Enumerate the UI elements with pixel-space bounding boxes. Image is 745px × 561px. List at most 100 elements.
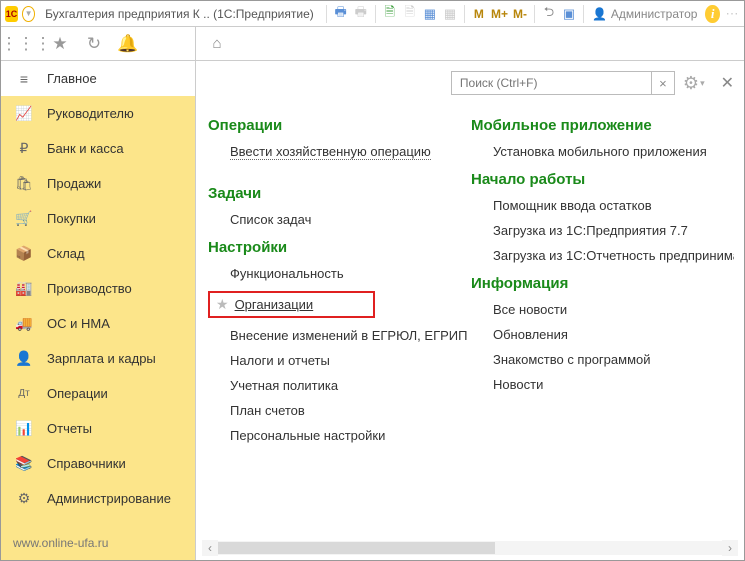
sidebar-item-catalogs[interactable]: 📚 Справочники (1, 446, 195, 481)
panel-toolbar: × ⚙▾ ✕ (196, 61, 744, 105)
link-accounts-plan[interactable]: План счетов (230, 403, 471, 418)
link-intro[interactable]: Знакомство с программой (493, 352, 734, 367)
sidebar-footer: www.online-ufa.ru (1, 526, 195, 560)
link-news[interactable]: Новости (493, 377, 734, 392)
toolbar-row: ⋮⋮⋮ ★ ↻ 🔔 ⌂ (1, 27, 744, 61)
chart-icon: 📈 (15, 105, 33, 122)
notifications-icon[interactable]: 🔔 (117, 33, 139, 55)
sidebar-item-label: Отчеты (47, 421, 92, 436)
close-panel-icon[interactable]: ✕ (721, 73, 734, 93)
link-accounting-policy[interactable]: Учетная политика (230, 378, 471, 393)
sidebar-item-assets[interactable]: 🚚 ОС и НМА (1, 306, 195, 341)
print-preview-icon[interactable]: 🖶 (353, 4, 369, 24)
sidebar-item-admin[interactable]: ⚙ Администрирование (1, 481, 195, 516)
link-create-operation[interactable]: Ввести хозяйственную операцию (230, 144, 431, 160)
separator (583, 5, 584, 23)
print-icon[interactable]: 🖶 (333, 4, 349, 24)
link-import-77[interactable]: Загрузка из 1С:Предприятия 7.7 (493, 223, 734, 238)
app-title: Бухгалтерия предприятия К .. (1С:Предпри… (45, 7, 314, 21)
link-task-list[interactable]: Список задач (230, 212, 471, 227)
memory-m-icon[interactable]: M (471, 4, 487, 24)
memory-mminus-icon[interactable]: M- (512, 4, 528, 24)
content-panel: × ⚙▾ ✕ Операции Ввести хозяйственную опе… (196, 61, 744, 560)
sidebar-item-reports[interactable]: 📊 Отчеты (1, 411, 195, 446)
bag-icon: 🛍 (15, 175, 33, 192)
link-mobile-install[interactable]: Установка мобильного приложения (493, 144, 734, 159)
menu-icon: ≡ (15, 71, 33, 87)
calendar-icon[interactable]: ▦ (422, 4, 438, 24)
save-icon[interactable]: 🗎 (382, 4, 398, 24)
home-icon[interactable]: ⌂ (206, 33, 228, 55)
link-import-reporting[interactable]: Загрузка из 1С:Отчетность предпринимател… (493, 248, 734, 263)
app-logo-icon: 1C (5, 6, 18, 22)
sidebar-item-main[interactable]: ≡ Главное (1, 61, 195, 96)
chevron-down-icon: ▾ (700, 78, 705, 89)
section-title-operations: Операции (208, 117, 471, 134)
sidebar-item-label: Склад (47, 246, 85, 261)
apps-icon[interactable]: ⋮⋮⋮ (15, 33, 37, 55)
user-name: Администратор (611, 7, 698, 21)
search-input[interactable] (451, 71, 651, 95)
sidebar-item-salary[interactable]: 👤 Зарплата и кадры (1, 341, 195, 376)
section-title-start: Начало работы (471, 171, 734, 188)
link-egrul[interactable]: Внесение изменений в ЕГРЮЛ, ЕГРИП (230, 328, 471, 343)
separator (326, 5, 327, 23)
main-area: ≡ Главное 📈 Руководителю ₽ Банк и касса … (1, 61, 744, 560)
settings-gear-icon[interactable]: ⚙▾ (683, 73, 705, 94)
compare-icon[interactable]: 🗎 (402, 4, 418, 24)
sidebar-item-operations[interactable]: Дт Операции (1, 376, 195, 411)
dropdown-icon[interactable]: ▼ (22, 6, 35, 22)
link-organizations[interactable]: Организации (235, 297, 314, 312)
gear-icon: ⚙ (15, 490, 33, 507)
sidebar-item-label: Главное (47, 71, 97, 86)
history-icon[interactable]: ↻ (83, 33, 105, 55)
info-icon[interactable]: i (705, 5, 720, 23)
sidebar-item-warehouse[interactable]: 📦 Склад (1, 236, 195, 271)
search-clear-icon[interactable]: × (651, 71, 675, 95)
highlight-organizations: ★ Организации (208, 291, 375, 318)
search-box: × (451, 71, 675, 95)
memory-mplus-icon[interactable]: M+ (491, 4, 508, 24)
sidebar-item-production[interactable]: 🏭 Производство (1, 271, 195, 306)
box-icon: 📦 (15, 245, 33, 262)
link-all-news[interactable]: Все новости (493, 302, 734, 317)
factory-icon: 🏭 (15, 280, 33, 297)
sidebar-item-bank[interactable]: ₽ Банк и касса (1, 131, 195, 166)
link-balance-assistant[interactable]: Помощник ввода остатков (493, 198, 734, 213)
horizontal-scrollbar[interactable]: ‹ › (202, 540, 738, 556)
back-icon[interactable]: ⮌ (541, 4, 557, 24)
star-icon[interactable]: ★ (216, 296, 229, 313)
sidebar-item-purchases[interactable]: 🛒 Покупки (1, 201, 195, 236)
menu-dots-icon[interactable]: ⋯ (724, 4, 740, 24)
scroll-track[interactable] (218, 541, 722, 555)
sidebar: ≡ Главное 📈 Руководителю ₽ Банк и касса … (1, 61, 196, 560)
person-icon: 👤 (15, 350, 33, 367)
bars-icon: 📊 (15, 420, 33, 437)
sidebar-item-label: Покупки (47, 211, 96, 226)
link-taxes[interactable]: Налоги и отчеты (230, 353, 471, 368)
link-updates[interactable]: Обновления (493, 327, 734, 342)
scroll-left-icon[interactable]: ‹ (202, 540, 218, 556)
link-personal-settings[interactable]: Персональные настройки (230, 428, 471, 443)
sidebar-item-manager[interactable]: 📈 Руководителю (1, 96, 195, 131)
scroll-thumb[interactable] (218, 542, 495, 554)
separator (464, 5, 465, 23)
cart-icon: 🛒 (15, 210, 33, 227)
left-column: Операции Ввести хозяйственную операцию З… (208, 105, 471, 453)
user-icon: 👤 (592, 7, 607, 21)
sidebar-item-label: ОС и НМА (47, 316, 110, 331)
favorite-star-icon[interactable]: ★ (49, 33, 71, 55)
sidebar-item-label: Справочники (47, 456, 126, 471)
sidebar-item-label: Операции (47, 386, 108, 401)
link-functionality[interactable]: Функциональность (230, 266, 471, 281)
panel-columns: Операции Ввести хозяйственную операцию З… (196, 105, 744, 453)
calculator-icon[interactable]: ▦ (442, 4, 458, 24)
scroll-right-icon[interactable]: › (722, 540, 738, 556)
sidebar-item-label: Руководителю (47, 106, 134, 121)
section-title-mobile: Мобильное приложение (471, 117, 734, 134)
windows-icon[interactable]: ▣ (561, 4, 577, 24)
debit-credit-icon: Дт (15, 388, 33, 399)
user-label[interactable]: 👤 Администратор (592, 7, 698, 21)
sidebar-item-sales[interactable]: 🛍 Продажи (1, 166, 195, 201)
title-bar: 1C ▼ Бухгалтерия предприятия К .. (1С:Пр… (1, 1, 744, 27)
